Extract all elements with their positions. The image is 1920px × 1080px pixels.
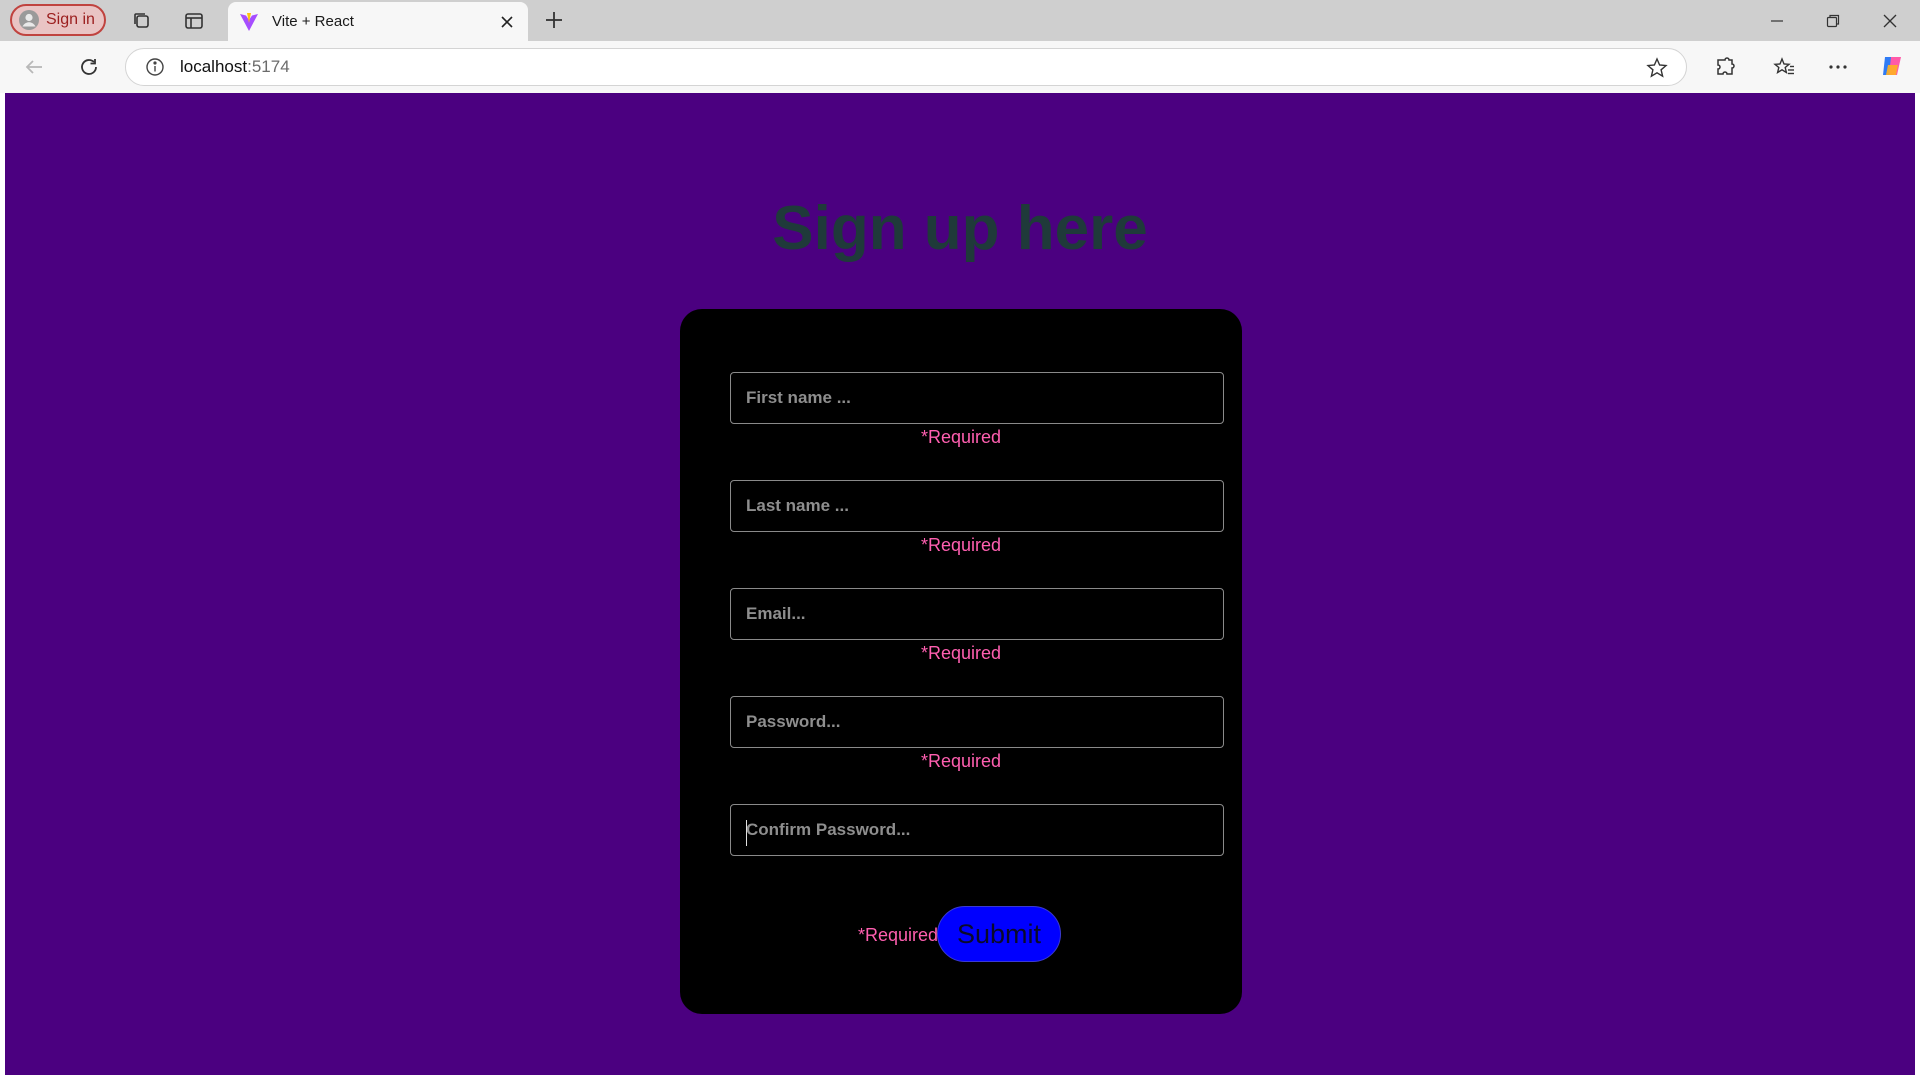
- confirm-password-input[interactable]: [730, 804, 1224, 856]
- page-viewport: Sign up here *Required *Required *Requir…: [5, 93, 1915, 1075]
- restore-icon[interactable]: [1813, 6, 1853, 36]
- password-required-text: *Required: [920, 751, 1002, 771]
- address-bar[interactable]: localhost:5174: [125, 48, 1687, 86]
- url-host: localhost: [180, 57, 248, 76]
- email-required-text: *Required: [920, 643, 1002, 663]
- profile-label: Sign in: [46, 11, 95, 28]
- url-port: :5174: [247, 57, 290, 76]
- text-cursor: [746, 820, 747, 846]
- email-input[interactable]: [730, 588, 1224, 640]
- tab-actions-icon[interactable]: [180, 7, 208, 35]
- extensions-icon[interactable]: [1711, 53, 1739, 81]
- copilot-icon[interactable]: [1878, 52, 1906, 80]
- back-arrow-icon[interactable]: [20, 53, 48, 81]
- workspaces-icon[interactable]: [128, 7, 156, 35]
- person-icon: [18, 9, 40, 31]
- first-name-input[interactable]: [730, 372, 1224, 424]
- refresh-icon[interactable]: [75, 53, 103, 81]
- password-input[interactable]: [730, 696, 1224, 748]
- new-tab-icon[interactable]: [540, 6, 568, 34]
- minimize-icon[interactable]: [1757, 6, 1797, 36]
- submit-button[interactable]: Submit: [937, 906, 1061, 962]
- close-tab-icon[interactable]: [496, 11, 518, 33]
- tab-strip: Sign in Vite + React: [0, 0, 1920, 41]
- last-name-required-text: *Required: [920, 535, 1002, 555]
- tab-title: Vite + React: [272, 13, 354, 30]
- site-info-icon[interactable]: [144, 56, 166, 78]
- last-name-input[interactable]: [730, 480, 1224, 532]
- url-text: localhost:5174: [180, 57, 290, 77]
- close-window-icon[interactable]: [1870, 6, 1910, 36]
- page-heading: Sign up here: [772, 194, 1148, 263]
- favorite-star-icon[interactable]: [1646, 57, 1668, 79]
- more-options-icon[interactable]: [1824, 53, 1852, 81]
- signup-form-card: *Required *Required *Required *Required …: [680, 309, 1242, 1014]
- active-tab[interactable]: Vite + React: [228, 2, 528, 41]
- confirm-password-required-text: *Required: [858, 925, 939, 945]
- favorites-icon[interactable]: [1770, 53, 1798, 81]
- browser-toolbar: localhost:5174: [0, 41, 1920, 93]
- first-name-required-text: *Required: [920, 427, 1002, 447]
- profile-sign-in-button[interactable]: Sign in: [10, 4, 106, 36]
- vite-logo-icon: [238, 11, 260, 33]
